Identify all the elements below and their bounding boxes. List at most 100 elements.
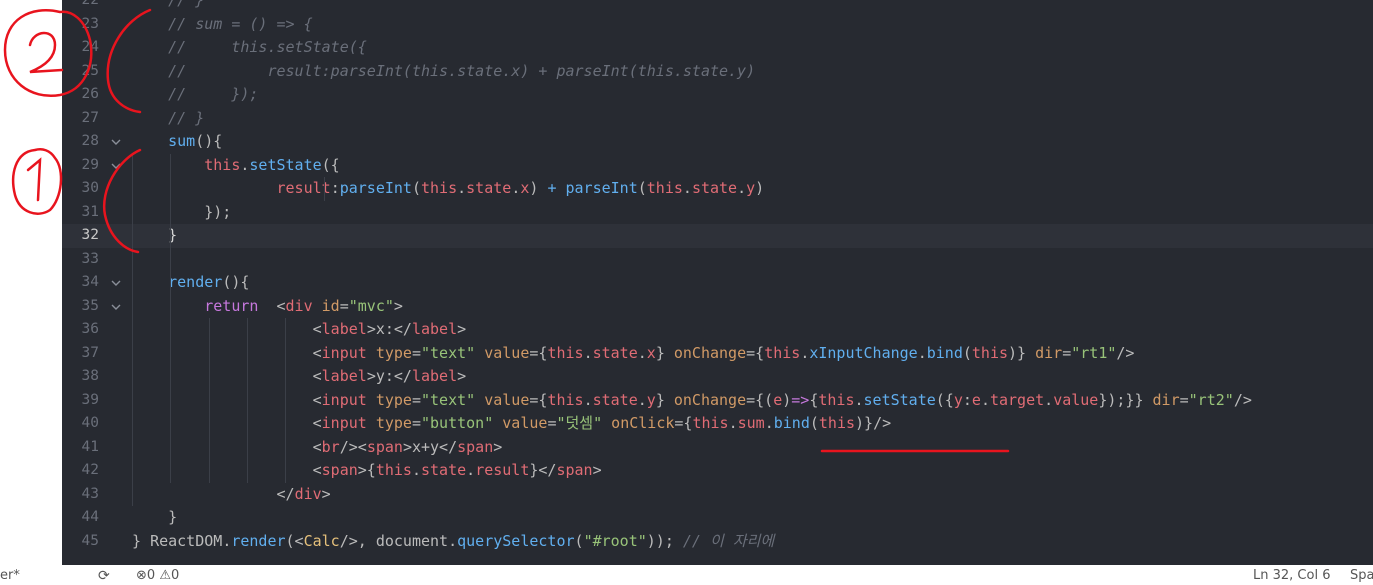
line-number: 36 [81, 321, 99, 337]
code-token: label [411, 320, 458, 338]
code-token: span [366, 437, 403, 456]
code-text: <label>y:</label> [132, 365, 467, 389]
code-token: . [637, 343, 647, 362]
statusbar-filename[interactable]: er* [0, 567, 20, 585]
code-line[interactable]: 41 <br/><span>x+y</span> [62, 436, 1373, 460]
code-token: target [989, 390, 1045, 409]
line-number: 30 [81, 180, 99, 196]
code-text: result:parseInt(this.state.x) + parseInt… [132, 177, 765, 201]
code-line[interactable]: 24 // this.setState({ [62, 36, 1373, 60]
code-token: >y:</ [366, 367, 412, 385]
code-token: dir [1152, 390, 1180, 409]
problems-indicator[interactable]: ⊗0 ⚠0 [136, 567, 179, 585]
code-token: }); [132, 202, 232, 221]
code-line[interactable]: 42 <span>{this.state.result}</span> [62, 459, 1373, 483]
code-token: this [646, 179, 683, 197]
code-line[interactable]: 40 <input type="button" value="덧셈" onCli… [62, 412, 1373, 436]
code-editor[interactable]: 22 // } 23 // sum = () => {24 // this.set… [62, 0, 1373, 565]
code-token: result [276, 179, 331, 197]
code-line[interactable]: 43 </div> [62, 483, 1373, 507]
code-token: div [285, 296, 313, 315]
code-line[interactable]: 45} ReactDOM.render(<Calc/>, document.qu… [62, 530, 1373, 554]
code-line[interactable]: 37 <input type="text" value={this.state.… [62, 342, 1373, 366]
code-text: } [132, 506, 177, 530]
code-token: < [132, 414, 322, 432]
chevron-down-icon[interactable] [110, 154, 124, 178]
code-token: < [132, 320, 322, 338]
line-number: 27 [81, 109, 99, 126]
code-token: > [592, 461, 602, 479]
code-line[interactable]: 30 result:parseInt(this.state.x) + parse… [62, 177, 1373, 201]
code-line[interactable]: 31 }); [62, 201, 1373, 225]
code-token: return [204, 296, 259, 315]
code-text: <input type="button" value="덧셈" onClick=… [132, 412, 892, 436]
chevron-down-icon[interactable] [110, 295, 124, 319]
code-text: <input type="text" value={this.state.y} … [132, 389, 1252, 413]
chevron-down-icon[interactable] [110, 271, 124, 295]
code-token: state [592, 390, 638, 409]
line-number: 38 [81, 368, 99, 384]
code-line[interactable]: 32 } [62, 224, 1373, 248]
indentation-setting[interactable]: Spa [1350, 567, 1373, 585]
code-line[interactable]: 22 // } [62, 0, 1373, 13]
code-token: /> [1116, 343, 1135, 362]
line-number: 35 [81, 297, 99, 314]
code-line[interactable]: 29 this.setState({ [62, 154, 1373, 178]
code-line[interactable]: 23 // sum = () => { [62, 13, 1373, 37]
code-token: onChange [673, 390, 747, 409]
code-line[interactable]: 36 <label>x:</label> [62, 318, 1373, 342]
code-token: value [502, 414, 548, 432]
code-line[interactable]: 26 // }); [62, 83, 1373, 107]
code-token: ={ [746, 343, 765, 362]
code-token: ={( [746, 390, 774, 409]
code-line[interactable]: 34 render(){ [62, 271, 1373, 295]
code-token: span [321, 461, 358, 479]
code-line[interactable]: 25 // result:parseInt(this.state.x) + pa… [62, 60, 1373, 84]
code-token: this [421, 179, 458, 197]
line-number: 32 [81, 227, 99, 243]
code-token: > [493, 437, 503, 456]
code-line[interactable]: 39 <input type="text" value={this.state.… [62, 389, 1373, 413]
code-token: span [556, 461, 593, 479]
line-number: 31 [81, 203, 99, 220]
code-token: > [393, 296, 403, 315]
code-token: >{ [357, 461, 376, 479]
code-text: return <div id="mvc"> [132, 295, 403, 319]
code-token: = [1062, 343, 1072, 362]
status-bar: er* ⟳ ⊗0 ⚠0 Ln 32, Col 6 Spa [0, 565, 1373, 585]
code-token: > [457, 367, 467, 385]
code-token: . [457, 179, 467, 197]
indent-guide [209, 318, 210, 483]
code-token: e [773, 390, 783, 409]
code-token: ={ [529, 390, 548, 409]
code-token: bind [773, 414, 810, 432]
chevron-down-icon[interactable] [110, 130, 124, 154]
code-text: }); [132, 201, 231, 225]
code-line[interactable]: 28 sum(){ [62, 130, 1373, 154]
code-line[interactable]: 33 [62, 248, 1373, 272]
line-number: 43 [81, 485, 99, 502]
code-token: . [980, 390, 990, 409]
code-token: y [953, 390, 963, 409]
code-line[interactable]: 38 <label>y:</label> [62, 365, 1373, 389]
code-line[interactable]: 44 } [62, 506, 1373, 530]
code-token: // }); [132, 85, 259, 103]
line-number: 39 [81, 391, 99, 408]
code-token: </ [132, 484, 295, 503]
sync-icon[interactable]: ⟳ [98, 567, 110, 585]
code-token: value [484, 343, 530, 362]
code-token: Calc [303, 531, 340, 550]
code-line[interactable]: 35 return <div id="mvc"> [62, 295, 1373, 319]
code-token: : [962, 390, 972, 409]
cursor-position[interactable]: Ln 32, Col 6 [1253, 567, 1330, 585]
code-token: )}/> [855, 414, 892, 432]
code-text: <span>{this.state.result}</span> [132, 459, 602, 483]
code-token: parseInt [565, 179, 638, 197]
code-line[interactable]: 27 // } [62, 107, 1373, 131]
